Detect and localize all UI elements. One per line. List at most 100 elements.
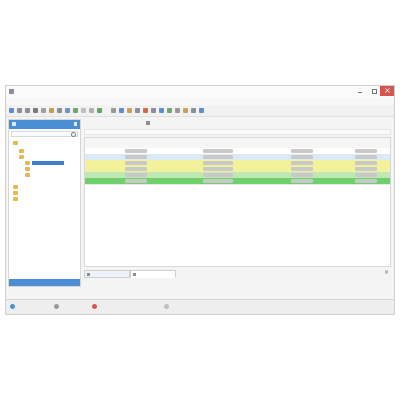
cut-icon[interactable]	[57, 108, 62, 113]
table-cell	[355, 149, 377, 153]
navigation-panel	[8, 119, 81, 287]
column-header[interactable]	[159, 141, 199, 145]
table-cell	[125, 155, 147, 159]
find-icon[interactable]	[65, 108, 70, 113]
folder-icon	[25, 167, 30, 171]
status-bar	[6, 299, 394, 314]
folder-icon	[13, 141, 18, 145]
maximize-button[interactable]	[368, 86, 380, 96]
menu-item[interactable]	[76, 99, 94, 103]
filter-icon[interactable]	[81, 108, 86, 113]
undo-icon[interactable]	[17, 108, 22, 113]
print-icon[interactable]	[33, 108, 38, 113]
column-header[interactable]	[355, 141, 385, 145]
table-cell	[291, 179, 313, 183]
tree-node-label	[20, 197, 52, 201]
settings-icon[interactable]	[111, 108, 116, 113]
tree-node-label	[26, 149, 58, 153]
tool-icon[interactable]	[183, 108, 188, 113]
column-header[interactable]	[203, 141, 241, 145]
content-area	[84, 119, 391, 287]
column-header[interactable]	[291, 141, 321, 145]
table-cell	[291, 173, 313, 177]
menu-item[interactable]	[34, 99, 52, 103]
tab-second[interactable]	[130, 270, 176, 278]
server-icon	[164, 304, 169, 309]
redo-icon[interactable]	[25, 108, 30, 113]
save-icon[interactable]	[9, 108, 14, 113]
table-cell	[203, 167, 233, 171]
tree-node-label	[32, 161, 64, 165]
tool-icon[interactable]	[159, 108, 164, 113]
db-icon	[54, 304, 59, 309]
column-header[interactable]	[245, 141, 285, 145]
tool-icon[interactable]	[143, 108, 148, 113]
table-cell	[159, 155, 191, 159]
menu-item[interactable]	[8, 99, 26, 103]
column-header[interactable]	[125, 141, 155, 145]
tree-node-label	[32, 173, 64, 177]
column-header[interactable]	[325, 141, 351, 145]
table-cell	[245, 173, 277, 177]
table-cell	[159, 167, 191, 171]
close-button[interactable]	[380, 86, 394, 96]
table-cell	[159, 173, 191, 177]
action-button-2[interactable]	[114, 121, 142, 125]
action-button-1[interactable]	[86, 121, 108, 125]
refresh-icon[interactable]	[73, 108, 78, 113]
table-cell	[291, 149, 313, 153]
table-cell	[125, 173, 147, 177]
table-cell	[245, 155, 277, 159]
refresh-icon[interactable]	[146, 121, 150, 125]
tab-first[interactable]	[84, 270, 130, 278]
status-user	[17, 305, 39, 309]
pin-icon[interactable]	[74, 122, 77, 126]
search-icon[interactable]	[71, 132, 76, 137]
status-mode	[206, 305, 236, 309]
table-cell	[159, 179, 191, 183]
table-cell	[203, 161, 233, 165]
table-cell	[245, 149, 277, 153]
tool-icon[interactable]	[167, 108, 172, 113]
tool-icon[interactable]	[191, 108, 196, 113]
help-icon[interactable]	[119, 108, 124, 113]
menu-item[interactable]	[54, 99, 72, 103]
table-cell	[325, 155, 343, 159]
nav-search-input[interactable]	[11, 131, 78, 137]
table-cell	[203, 155, 233, 159]
minimize-button[interactable]	[354, 86, 366, 96]
nav-bottom-bar[interactable]	[9, 279, 80, 286]
tool-icon[interactable]	[151, 108, 156, 113]
filter-row[interactable]	[84, 129, 391, 135]
tool-icon[interactable]	[135, 108, 140, 113]
table-cell	[125, 149, 147, 153]
table-row[interactable]	[85, 178, 390, 185]
tool-icon[interactable]	[199, 108, 204, 113]
status-account[interactable]	[100, 305, 140, 309]
table-cell	[325, 167, 343, 171]
table-cell	[325, 173, 343, 177]
tool-icon[interactable]	[175, 108, 180, 113]
status-database	[62, 305, 80, 309]
application-window	[5, 85, 395, 315]
table-cell	[91, 161, 113, 165]
nav-header	[9, 120, 80, 129]
menu-item[interactable]	[124, 99, 142, 103]
paste-icon[interactable]	[49, 108, 54, 113]
table-cell	[203, 149, 233, 153]
export-icon[interactable]	[97, 108, 102, 113]
folder-icon	[19, 149, 24, 153]
table-cell	[91, 155, 113, 159]
status-server[interactable]	[172, 305, 194, 309]
table-cell	[325, 149, 343, 153]
close-tab-icon[interactable]	[383, 269, 389, 276]
tool-icon[interactable]	[127, 108, 132, 113]
tree-node-label	[26, 155, 58, 159]
table-cell	[355, 155, 377, 159]
column-header[interactable]	[91, 141, 121, 145]
sort-icon[interactable]	[89, 108, 94, 113]
table-cell	[91, 149, 113, 153]
table-cell	[291, 155, 313, 159]
content-toolbar	[84, 119, 391, 127]
copy-icon[interactable]	[41, 108, 46, 113]
